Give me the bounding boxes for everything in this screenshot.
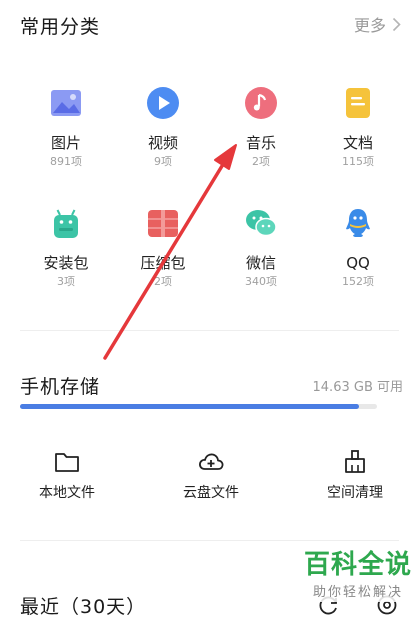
categories-title: 常用分类	[20, 16, 101, 38]
category-count: 2项	[252, 155, 270, 168]
image-icon	[49, 86, 83, 120]
category-count: 891项	[50, 155, 82, 168]
category-images[interactable]: 图片 891项	[21, 86, 111, 168]
category-label: 图片	[50, 134, 81, 152]
storage-progress-bar	[20, 404, 377, 409]
watermark: 百科全说 助你轻松解决	[300, 542, 417, 602]
document-icon	[341, 86, 375, 120]
space-cleanup-button[interactable]: 空间清理	[300, 448, 410, 502]
chevron-right-icon	[392, 17, 401, 31]
tool-label: 本地文件	[39, 485, 95, 501]
category-count: 2项	[154, 275, 172, 288]
category-label: 安装包	[43, 254, 89, 272]
category-count: 3项	[57, 275, 75, 288]
category-count: 152项	[342, 275, 374, 288]
folder-icon	[53, 448, 81, 476]
recent-title: 最近（30天）	[20, 596, 147, 618]
category-wechat[interactable]: 微信 340项	[216, 206, 306, 288]
archive-icon	[146, 206, 180, 240]
section-divider	[20, 540, 399, 541]
local-files-button[interactable]: 本地文件	[12, 448, 122, 502]
play-icon	[146, 86, 180, 120]
storage-progress-fill	[20, 404, 360, 409]
category-count: 9项	[154, 155, 172, 168]
tool-label: 空间清理	[327, 485, 383, 501]
category-count: 340项	[245, 275, 277, 288]
wechat-icon	[244, 206, 278, 240]
watermark-title: 百科全说	[304, 550, 413, 580]
tool-label: 云盘文件	[183, 485, 239, 501]
category-label: QQ	[346, 254, 370, 272]
section-divider	[20, 330, 399, 331]
category-label: 微信	[245, 254, 276, 272]
category-archives[interactable]: 压缩包 2项	[118, 206, 208, 288]
cloud-files-button[interactable]: 云盘文件	[156, 448, 266, 502]
music-note-icon	[244, 86, 278, 120]
category-label: 视频	[147, 134, 178, 152]
category-qq[interactable]: QQ 152项	[313, 206, 403, 288]
android-icon	[49, 206, 83, 240]
cloud-add-icon	[197, 448, 225, 476]
broom-icon	[341, 448, 369, 476]
more-button[interactable]: 更多	[354, 12, 401, 36]
qq-icon	[341, 206, 375, 240]
category-label: 音乐	[245, 134, 276, 152]
category-documents[interactable]: 文档 115项	[313, 86, 403, 168]
storage-title: 手机存储	[20, 376, 101, 398]
category-label: 压缩包	[140, 254, 186, 272]
category-apks[interactable]: 安装包 3项	[21, 206, 111, 288]
category-label: 文档	[342, 134, 373, 152]
watermark-subtitle: 助你轻松解决	[313, 585, 404, 600]
more-label: 更多	[353, 16, 386, 35]
storage-available: 14.63 GB 可用	[312, 380, 403, 395]
category-music[interactable]: 音乐 2项	[216, 86, 306, 168]
category-videos[interactable]: 视频 9项	[118, 86, 208, 168]
category-count: 115项	[342, 155, 374, 168]
